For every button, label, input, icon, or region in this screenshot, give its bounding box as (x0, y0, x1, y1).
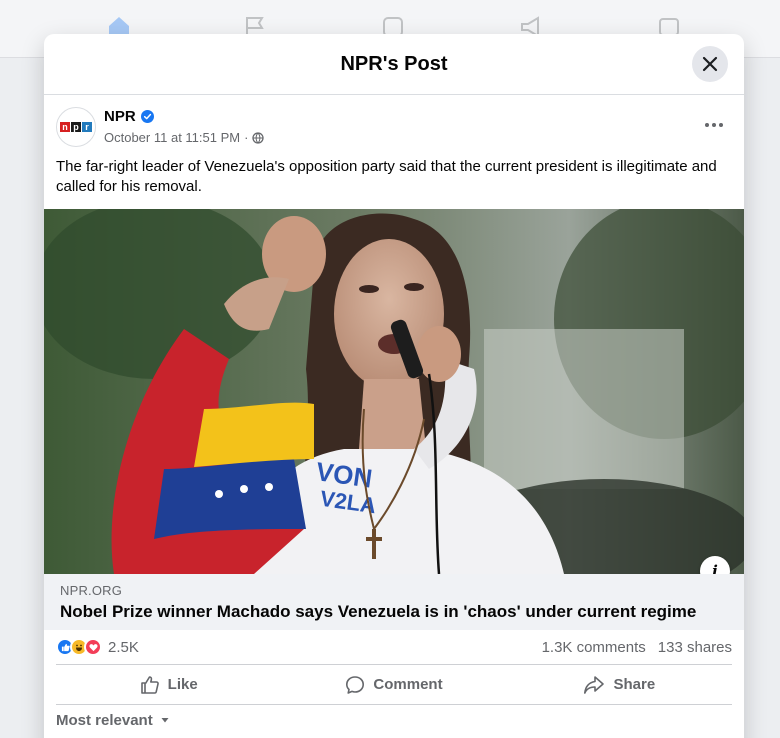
post-actions: Like Comment Share (56, 665, 732, 705)
love-reaction-icon (84, 638, 102, 656)
like-button[interactable]: Like (56, 667, 281, 703)
link-title[interactable]: Nobel Prize winner Machado says Venezuel… (60, 602, 728, 622)
more-options-button[interactable] (696, 110, 732, 140)
dot-icon (719, 123, 723, 127)
comment-icon (346, 675, 365, 694)
shares-count[interactable]: 133 shares (658, 639, 732, 656)
modal-title: NPR's Post (340, 52, 448, 75)
comment-sort-dropdown[interactable]: Most relevant (56, 705, 732, 735)
like-label: Like (167, 676, 198, 693)
link-domain: NPR.ORG (60, 583, 123, 598)
page-name-row: NPR (104, 108, 154, 125)
share-button[interactable]: Share (507, 667, 732, 703)
share-label: Share (613, 676, 656, 693)
post-photo[interactable]: VON V2LA i (44, 209, 744, 574)
background-left (0, 58, 44, 738)
meta-separator: · (244, 130, 249, 145)
npr-logo: n p r (60, 122, 92, 132)
photo-image: VON V2LA (44, 209, 744, 574)
comment-button[interactable]: Comment (281, 667, 506, 703)
verified-badge-icon (140, 110, 154, 123)
logo-letter-n: n (60, 122, 70, 132)
logo-letter-r: r (82, 122, 92, 132)
page-name[interactable]: NPR (104, 108, 136, 125)
thumbs-up-icon (140, 675, 159, 694)
post-modal: NPR's Post n p r NPR October 11 at 11:51… (44, 34, 744, 738)
sort-label: Most relevant (56, 711, 153, 729)
modal-header: NPR's Post (44, 34, 744, 95)
close-button[interactable] (692, 46, 728, 82)
caret-down-icon (161, 718, 169, 723)
dot-icon (712, 123, 716, 127)
reactions-summary[interactable]: 2.5K (56, 638, 139, 656)
logo-letter-p: p (71, 122, 81, 132)
globe-icon (252, 131, 265, 144)
counts: 1.3K comments 133 shares (542, 639, 732, 656)
reaction-count: 2.5K (108, 638, 139, 656)
post-meta: October 11 at 11:51 PM · (104, 130, 265, 145)
share-icon (584, 675, 605, 694)
engagement-stats: 2.5K 1.3K comments 133 shares (56, 630, 732, 665)
dot-icon (705, 123, 709, 127)
link-preview[interactable]: NPR.ORG Nobel Prize winner Machado says … (44, 574, 744, 630)
post-timestamp[interactable]: October 11 at 11:51 PM (104, 130, 240, 145)
comment-label: Comment (373, 676, 443, 693)
comments-count[interactable]: 1.3K comments (542, 639, 646, 656)
post-text: The far-right leader of Venezuela's oppo… (56, 158, 717, 195)
background-right (744, 58, 780, 738)
close-icon (702, 56, 718, 72)
info-icon: i (712, 562, 718, 574)
post-header: n p r NPR October 11 at 11:51 PM · (44, 95, 744, 157)
avatar[interactable]: n p r (56, 107, 96, 147)
